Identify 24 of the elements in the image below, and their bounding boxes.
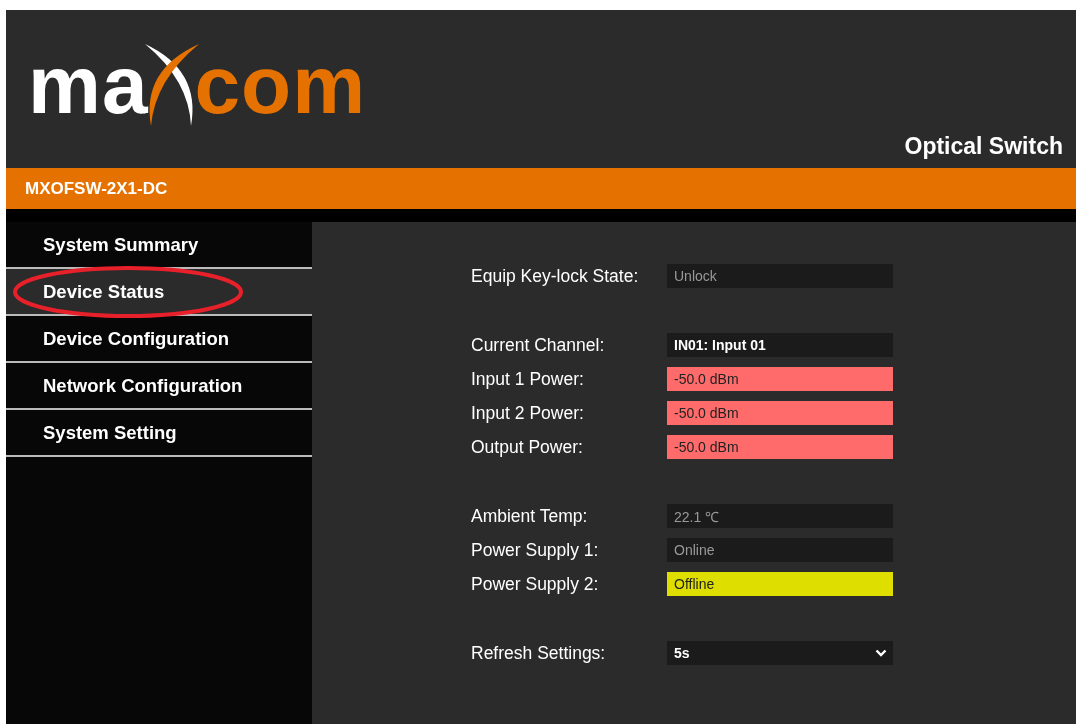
logo-text: com <box>194 44 367 126</box>
chevron-down-icon <box>875 649 887 657</box>
field-label: Ambient Temp: <box>471 505 589 527</box>
model-name: MXOFSW-2X1-DC <box>25 178 168 199</box>
field-label: Power Supply 1: <box>471 539 600 561</box>
value-field: Unlock <box>667 264 893 288</box>
field-label: Equip Key-lock State: <box>471 265 640 287</box>
value-field: IN01: Input 01 <box>667 333 893 357</box>
value-field: 22.1 ℃ <box>667 504 893 528</box>
field-label: Current Channel: <box>471 334 606 356</box>
value-field: -50.0 dBm <box>667 401 893 425</box>
field-label: Input 2 Power: <box>471 402 585 424</box>
field-label: Power Supply 2: <box>471 573 600 595</box>
field-label: Refresh Settings: <box>471 642 607 664</box>
value-field: -50.0 dBm <box>667 435 893 459</box>
logo-text: ma <box>28 44 149 126</box>
value-field: Offline <box>667 572 893 596</box>
value-field: Online <box>667 538 893 562</box>
refresh-dropdown[interactable]: 5s <box>667 641 893 665</box>
field-label: Output Power: <box>471 436 584 458</box>
field-label: Input 1 Power: <box>471 368 585 390</box>
value-field: -50.0 dBm <box>667 367 893 391</box>
product-title: Optical Switch <box>904 133 1063 160</box>
nav-item[interactable]: Device Status <box>6 269 312 316</box>
